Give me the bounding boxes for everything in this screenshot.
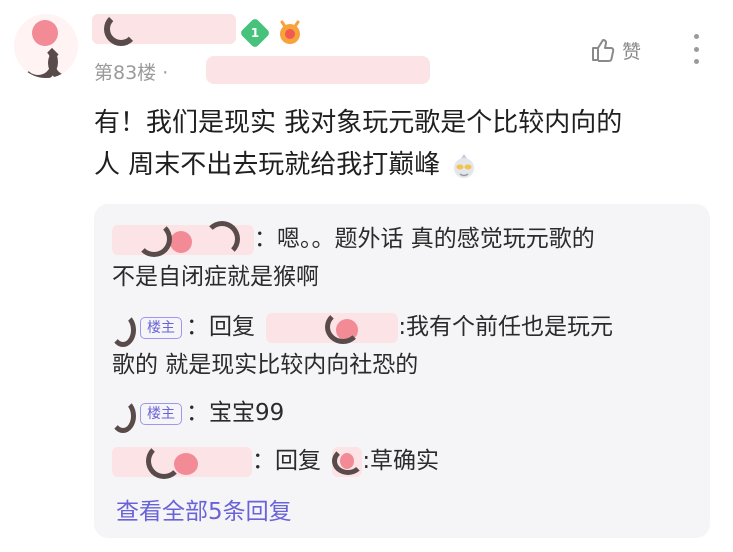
view-all-replies-link[interactable]: 查看全部5条回复 bbox=[116, 492, 292, 526]
reply-item[interactable]: ：回复 :草确实 bbox=[112, 442, 439, 480]
post-content-line: 有！我们是现实 我对象玩元歌是个比较内向的 bbox=[94, 108, 623, 138]
reply-prefix: ：回复 bbox=[186, 314, 255, 340]
thumbs-up-icon bbox=[592, 39, 615, 62]
reply-section: ：嗯。。题外话 真的感觉玩元歌的 不是自闭症就是猴啊 楼主 ：回复 :我有个前任也… bbox=[94, 204, 710, 538]
reply-user-redacted[interactable] bbox=[112, 220, 254, 257]
floor-number: 第83楼 · bbox=[94, 62, 169, 84]
reply-text: :我有个前任也是玩元 bbox=[398, 314, 614, 340]
reply-text: :草确实 bbox=[362, 448, 440, 474]
reply-text: ：宝宝99 bbox=[186, 400, 285, 426]
like-button[interactable]: 赞 bbox=[590, 34, 641, 66]
owner-tag: 楼主 bbox=[140, 316, 182, 339]
reply-user-redacted[interactable] bbox=[110, 312, 136, 347]
reply-prefix: ：回复 bbox=[252, 448, 321, 474]
reply-user-redacted[interactable] bbox=[110, 398, 136, 433]
reply-text: ：嗯。。题外话 真的感觉玩元歌的 bbox=[254, 226, 595, 252]
post-content-line: 人 周末不出去玩就给我打巅峰 bbox=[94, 144, 704, 186]
like-label: 赞 bbox=[622, 40, 642, 63]
level-number: 1 bbox=[250, 26, 260, 40]
medal-icon bbox=[280, 20, 300, 44]
owner-tag: 楼主 bbox=[140, 402, 182, 425]
reply-item[interactable]: 楼主 ：回复 :我有个前任也是玩元 歌的 就是现实比较内向社恐的 bbox=[110, 308, 614, 384]
post-content: 有！我们是现实 我对象玩元歌是个比较内向的 人 周末不出去玩就给我打巅峰 bbox=[94, 102, 704, 186]
username-redaction-mark bbox=[104, 12, 138, 46]
more-dot-icon bbox=[693, 59, 699, 64]
reply-item[interactable]: ：嗯。。题外话 真的感觉玩元歌的 不是自闭症就是猴啊 bbox=[112, 220, 595, 296]
reply-target-redacted[interactable] bbox=[332, 446, 365, 477]
ultraman-emoji-icon bbox=[453, 153, 474, 178]
more-dot-icon bbox=[693, 34, 699, 39]
more-dot-icon bbox=[693, 46, 699, 52]
reply-text: 歌的 就是现实比较内向社恐的 bbox=[112, 352, 419, 378]
reply-item[interactable]: 楼主 ：宝宝99 bbox=[110, 394, 285, 433]
reply-target-redacted[interactable] bbox=[266, 309, 399, 344]
reply-text: 不是自闭症就是猴啊 bbox=[112, 264, 319, 290]
reply-user-redacted[interactable] bbox=[112, 442, 252, 479]
more-options-button[interactable] bbox=[686, 34, 706, 64]
avatar[interactable] bbox=[14, 14, 78, 78]
post-time-redacted bbox=[206, 56, 430, 84]
